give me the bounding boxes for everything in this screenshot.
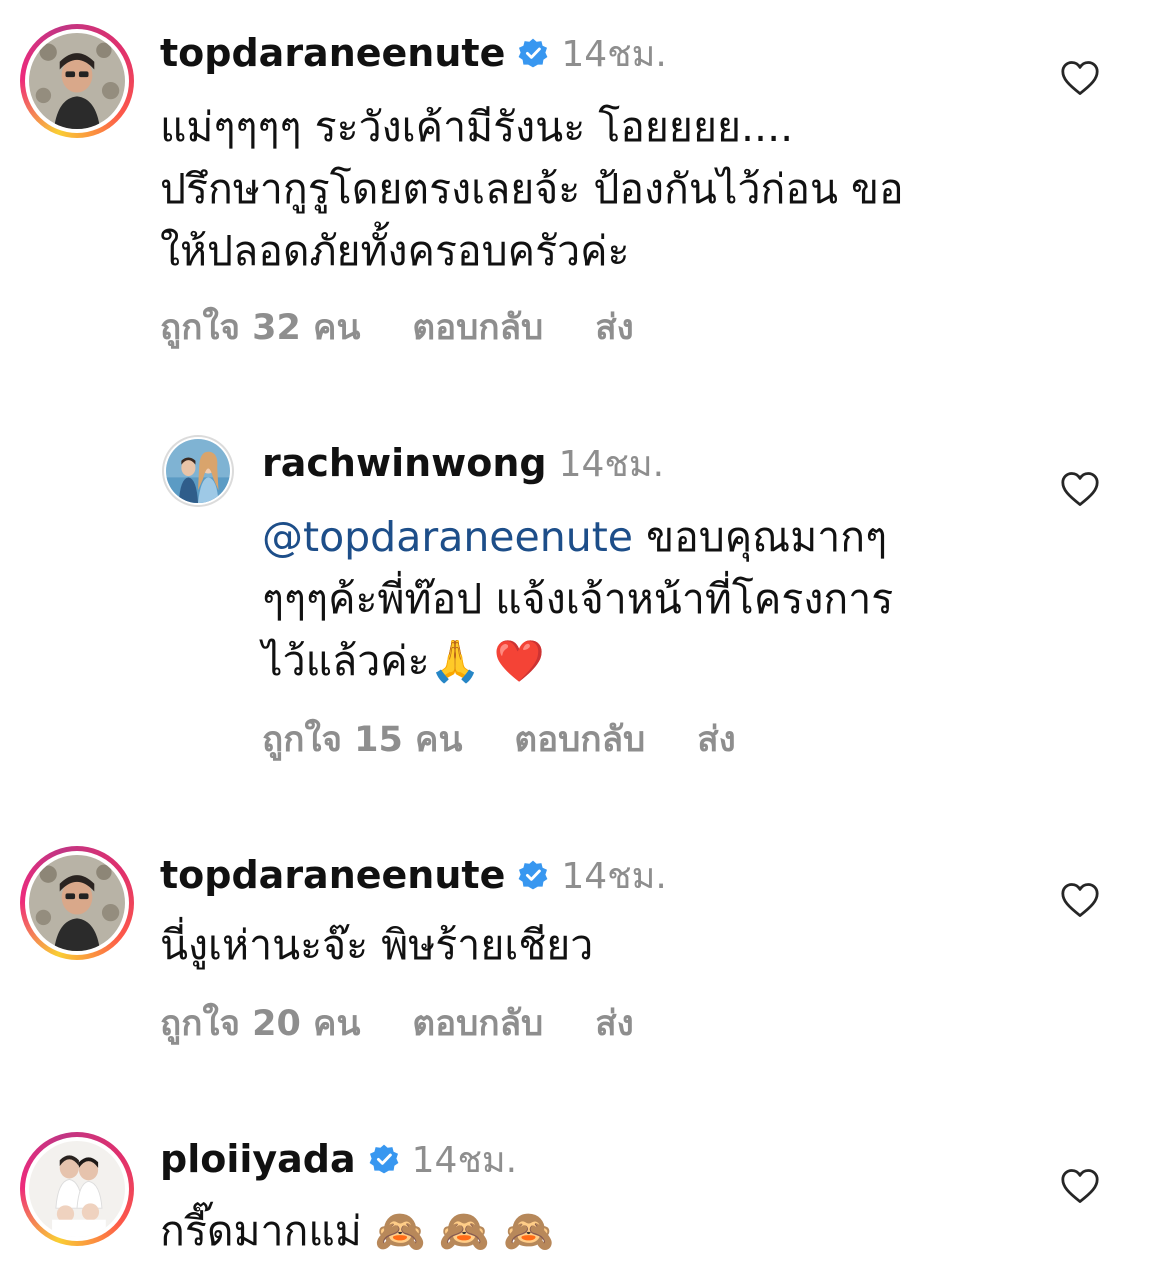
verified-badge-icon xyxy=(517,859,549,891)
comment-actions: ถูกใจ 32 คน ตอบกลับ ส่ง xyxy=(160,300,686,355)
send-button[interactable]: ส่ง xyxy=(697,712,735,767)
likes-count-button[interactable]: ถูกใจ 15 คน xyxy=(262,712,462,767)
avatar-image xyxy=(29,1141,125,1237)
avatar-image xyxy=(29,33,125,129)
comment-header: topdaraneenute 14ชม. xyxy=(160,850,667,900)
reply-button[interactable]: ตอบกลับ xyxy=(412,300,543,355)
timestamp: 14ชม. xyxy=(411,1139,518,1181)
username-link[interactable]: topdaraneenute xyxy=(160,853,505,897)
timestamp: 14ชม. xyxy=(561,33,667,75)
comment-text: แม่ๆๆๆๆ ระวังเค้ามีรังนะ โอยยยย.... ปรึก… xyxy=(160,96,1040,282)
comment-text-line: ปรึกษากูรูโดยตรงเลยจ้ะ ป้องกันไว้ก่อน ขอ xyxy=(160,165,904,213)
comment-actions: ถูกใจ 20 คน ตอบกลับ ส่ง xyxy=(160,996,686,1051)
avatar[interactable] xyxy=(20,846,134,960)
comment-text-line: ให้ปลอดภัยทั้งครอบครัวค่ะ xyxy=(160,227,630,275)
username-link[interactable]: rachwinwong xyxy=(262,441,547,485)
comment-text-line: ๆๆๆค้ะพี่ท๊อป แจ้งเจ้าหน้าที่โครงการ xyxy=(262,575,894,623)
comment-header: ploiiyada 14ชม. xyxy=(160,1134,517,1184)
reply-button[interactable]: ตอบกลับ xyxy=(412,996,543,1051)
send-button[interactable]: ส่ง xyxy=(595,996,633,1051)
timestamp: 14ชม. xyxy=(558,443,665,485)
comment-text: นี่งูเห่านะจ๊ะ พิษร้ายเชียว xyxy=(160,921,594,969)
comment-text-segment: ขอบคุณมากๆ xyxy=(633,513,888,561)
username-link[interactable]: topdaraneenute xyxy=(160,31,505,75)
comment-actions: ถูกใจ 15 คน ตอบกลับ ส่ง xyxy=(262,712,788,767)
avatar[interactable] xyxy=(20,1132,134,1246)
likes-count-button[interactable]: ถูกใจ 20 คน xyxy=(160,996,360,1051)
heart-outline-icon[interactable] xyxy=(1060,471,1100,507)
mention-link[interactable]: @topdaraneenute xyxy=(262,513,633,561)
comment-text: กรี๊ดมากแม่ 🙈 🙈 🙈 xyxy=(160,1207,555,1255)
comment-header: rachwinwong 14ชม. xyxy=(262,438,664,488)
heart-outline-icon[interactable] xyxy=(1060,60,1100,96)
comment-text-line: แม่ๆๆๆๆ ระวังเค้ามีรังนะ โอยยยย.... xyxy=(160,103,794,151)
reply-button[interactable]: ตอบกลับ xyxy=(514,712,645,767)
likes-count-button[interactable]: ถูกใจ 32 คน xyxy=(160,300,360,355)
heart-outline-icon[interactable] xyxy=(1060,882,1100,918)
comment-text: @topdaraneenute ขอบคุณมากๆ ๆๆๆค้ะพี่ท๊อป… xyxy=(262,506,1042,692)
verified-badge-icon xyxy=(368,1143,400,1175)
verified-badge-icon xyxy=(517,37,549,69)
comment-header: topdaraneenute 14ชม. xyxy=(160,28,667,78)
username-link[interactable]: ploiiyada xyxy=(160,1137,356,1181)
avatar-image xyxy=(29,855,125,951)
avatar[interactable] xyxy=(162,435,234,507)
timestamp: 14ชม. xyxy=(561,855,667,897)
avatar[interactable] xyxy=(20,24,134,138)
avatar-image xyxy=(166,439,230,503)
comment-text-line: ไว้แล้วค่ะ🙏 ❤️ xyxy=(262,637,545,685)
heart-outline-icon[interactable] xyxy=(1060,1168,1100,1204)
send-button[interactable]: ส่ง xyxy=(595,300,633,355)
